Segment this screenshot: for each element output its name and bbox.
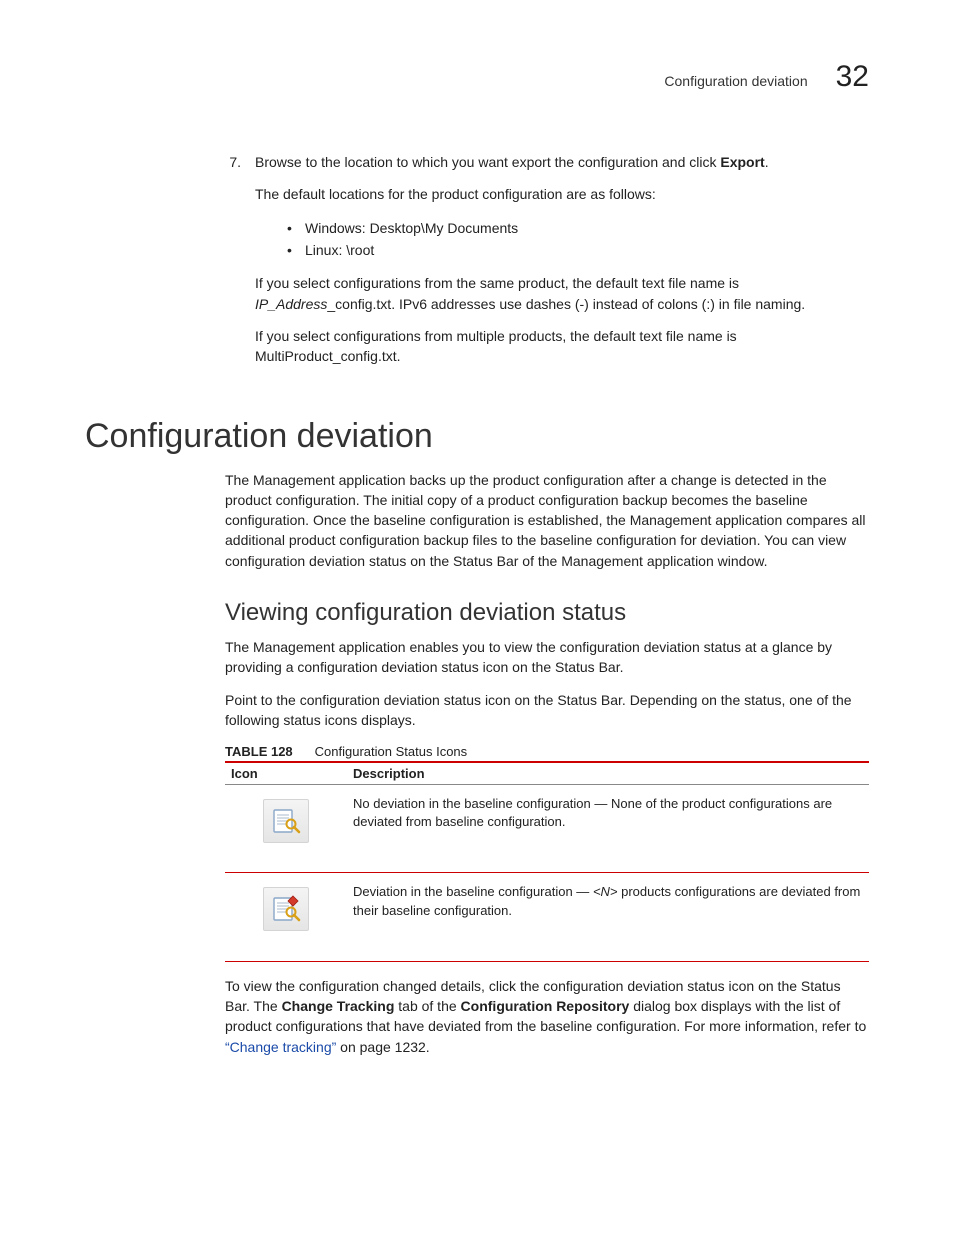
default-locations-list: Windows: Desktop\My Documents Linux: \ro… (255, 217, 869, 262)
text: If you select configurations from the sa… (255, 275, 739, 291)
text: Browse to the location to which you want… (255, 154, 720, 170)
step7-line1: Browse to the location to which you want… (255, 152, 869, 172)
description-cell: Deviation in the baseline configuration … (347, 873, 869, 961)
ip-address-italic: IP_Address (255, 296, 327, 312)
text: Deviation in the baseline configuration … (353, 884, 593, 899)
table-title: Configuration Status Icons (315, 744, 467, 759)
table-header-row: Icon Description (225, 762, 869, 785)
icon-cell (225, 785, 347, 873)
section-heading: Configuration deviation (85, 417, 869, 456)
step7-line4: If you select configurations from multip… (255, 326, 869, 367)
status-icons-table: Icon Description (225, 761, 869, 961)
no-deviation-icon (263, 799, 309, 843)
configuration-repository-label: Configuration Repository (461, 998, 630, 1014)
subsection-heading: Viewing configuration deviation status (225, 599, 869, 627)
text: tab of the (394, 998, 460, 1014)
list-item: Windows: Desktop\My Documents (305, 217, 869, 239)
step-7: 7. Browse to the location to which you w… (225, 152, 869, 379)
chapter-number: 32 (836, 60, 869, 94)
step7-line2: The default locations for the product co… (255, 184, 869, 204)
table-row: Deviation in the baseline configuration … (225, 873, 869, 961)
running-header: Configuration deviation 32 (85, 60, 869, 94)
table-row: No deviation in the baseline configurati… (225, 785, 869, 873)
change-tracking-label: Change Tracking (282, 998, 395, 1014)
step-body: Browse to the location to which you want… (255, 152, 869, 379)
deviation-icon (263, 887, 309, 931)
step-number: 7. (225, 152, 241, 379)
subsection-p2: Point to the configuration deviation sta… (225, 690, 869, 731)
n-placeholder: <N> (593, 884, 618, 899)
icon-cell (225, 873, 347, 961)
list-item: Linux: \root (305, 239, 869, 261)
running-header-title: Configuration deviation (664, 73, 807, 89)
table-label: TABLE 128 (225, 744, 293, 759)
col-icon-header: Icon (225, 762, 347, 785)
text: on page 1232. (336, 1039, 429, 1055)
page: Configuration deviation 32 7. Browse to … (0, 0, 954, 1235)
change-tracking-link[interactable]: “Change tracking” (225, 1039, 336, 1055)
section-body: The Management application backs up the … (225, 470, 869, 1057)
text: . (765, 154, 769, 170)
after-table-paragraph: To view the configuration changed detail… (225, 976, 869, 1057)
table-caption: TABLE 128 Configuration Status Icons (225, 744, 869, 759)
subsection-p1: The Management application enables you t… (225, 637, 869, 678)
step7-line3: If you select configurations from the sa… (255, 273, 869, 314)
description-cell: No deviation in the baseline configurati… (347, 785, 869, 873)
text: _config.txt. IPv6 addresses use dashes (… (327, 296, 805, 312)
step-block: 7. Browse to the location to which you w… (225, 152, 869, 379)
col-description-header: Description (347, 762, 869, 785)
export-label: Export (720, 154, 764, 170)
section-intro: The Management application backs up the … (225, 470, 869, 571)
